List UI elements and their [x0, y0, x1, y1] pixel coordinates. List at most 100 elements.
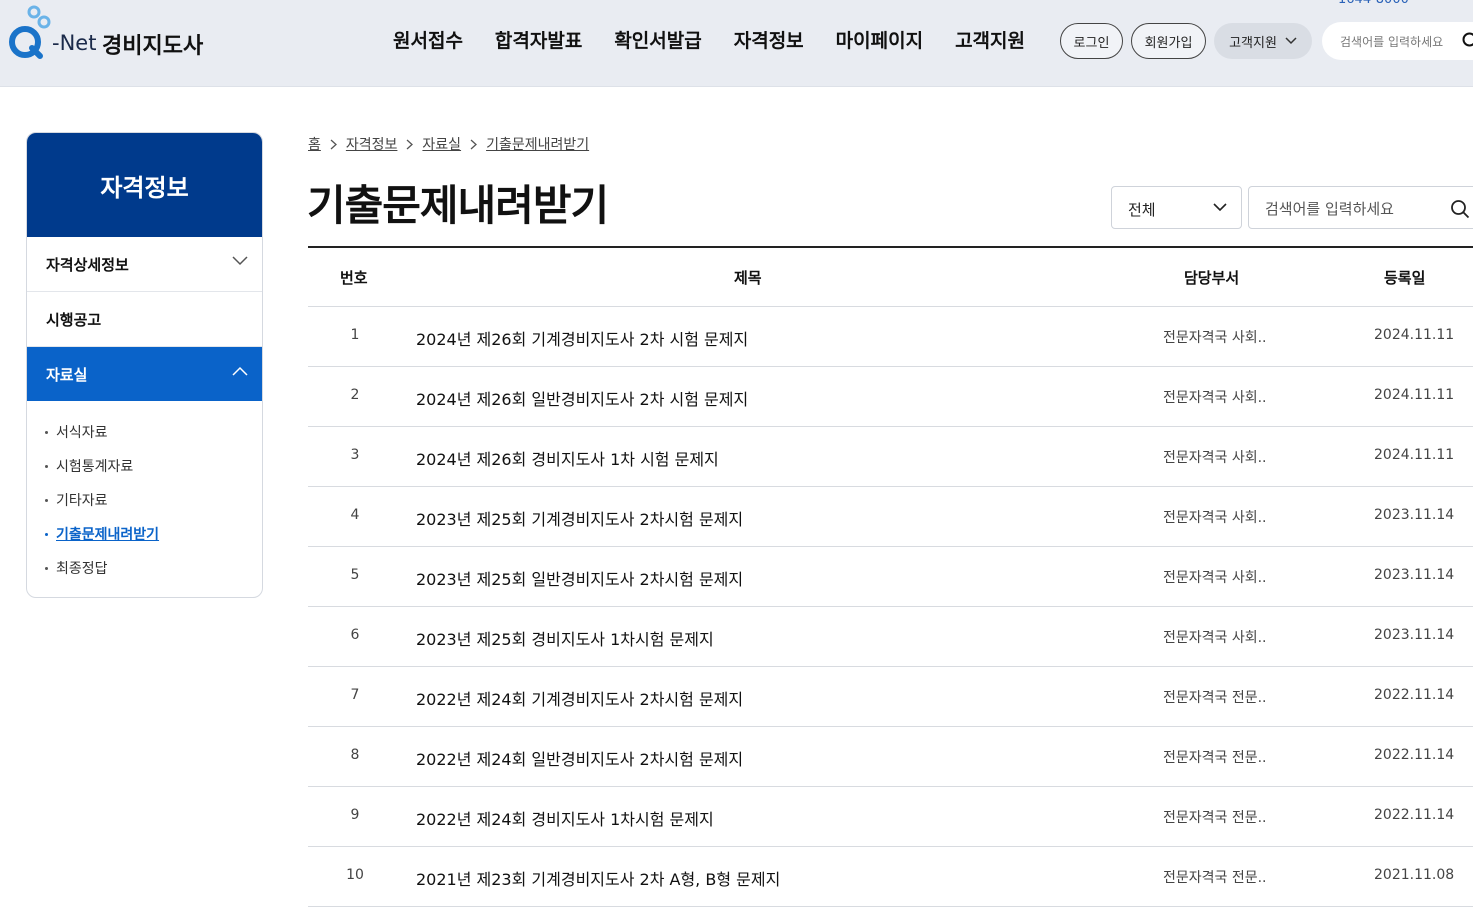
nav-results[interactable]: 합격자발표: [495, 26, 582, 53]
bullet-icon: [45, 430, 48, 434]
row-date: 2023.11.14: [1374, 507, 1455, 523]
table-row[interactable]: 5 2023년 제25회 일반경비지도사 2차시험 문제지 전문자격국 사회.. 20…: [308, 547, 1473, 607]
breadcrumb-current[interactable]: 기출문제내려받기: [486, 134, 589, 154]
bullet-icon: [45, 498, 48, 502]
row-number: 5: [350, 567, 360, 583]
table-row[interactable]: 2 2024년 제26회 일반경비지도사 2차 시험 문제지 전문자격국 사회.. 2…: [308, 367, 1473, 427]
row-title-link[interactable]: 2023년 제25회 일반경비지도사 2차시험 문제지: [416, 566, 743, 590]
top-phone-text: 1644-8000: [1338, 0, 1409, 7]
table-row[interactable]: 1 2024년 제26회 기계경비지도사 2차 시험 문제지 전문자격국 사회.. 2…: [308, 307, 1473, 367]
chevron-up-icon: [232, 366, 248, 376]
table-row[interactable]: 6 2023년 제25회 경비지도사 1차시험 문제지 전문자격국 사회.. 2023…: [308, 607, 1473, 667]
sidebar-sub-others[interactable]: 기타자료: [45, 483, 262, 517]
column-header-no: 번호: [340, 269, 368, 287]
category-select-value: 전체: [1128, 201, 1156, 219]
row-title-link[interactable]: 2022년 제24회 일반경비지도사 2차시험 문제지: [416, 746, 743, 770]
login-button[interactable]: 로그인: [1060, 23, 1123, 59]
row-number: 3: [350, 447, 360, 463]
header-search-input[interactable]: [1338, 30, 1462, 54]
row-title-link[interactable]: 2023년 제25회 기계경비지도사 2차시험 문제지: [416, 506, 743, 530]
sidebar-sub-past-exams[interactable]: 기출문제내려받기: [45, 517, 262, 551]
page-title: 기출문제내려받기: [307, 181, 609, 230]
table-row[interactable]: 7 2022년 제24회 기계경비지도사 2차시험 문제지 전문자격국 전문.. 20…: [308, 667, 1473, 727]
row-title-link[interactable]: 2021년 제23회 기계경비지도사 2차 A형, B형 문제지: [416, 866, 780, 890]
main-nav: 원서접수 합격자발표 확인서발급 자격정보 마이페이지 고객지원: [377, 26, 1041, 53]
nav-mypage[interactable]: 마이페이지: [836, 26, 923, 53]
sidebar-sub-forms[interactable]: 서식자료: [45, 415, 262, 449]
sidebar-sub-statistics[interactable]: 시험통계자료: [45, 449, 262, 483]
row-date: 2022.11.14: [1374, 687, 1455, 703]
row-title-link[interactable]: 2022년 제24회 기계경비지도사 2차시험 문제지: [416, 686, 743, 710]
row-date: 2022.11.14: [1374, 807, 1455, 823]
sidebar-item-library[interactable]: 자료실: [27, 347, 262, 401]
row-date: 2021.11.08: [1374, 867, 1455, 883]
row-department: 전문자격국 전문..: [1163, 870, 1267, 886]
row-department: 전문자격국 사회..: [1163, 450, 1267, 466]
breadcrumb: 홈 자격정보 자료실 기출문제내려받기: [308, 134, 589, 154]
breadcrumb-library[interactable]: 자료실: [422, 134, 461, 154]
row-date: 2024.11.11: [1374, 327, 1455, 343]
sidebar: 자격정보 자격상세정보 시행공고 자료실 서식자료 시험통계자료 기타자료 기출…: [26, 132, 263, 598]
row-number: 4: [350, 507, 360, 523]
row-department: 전문자격국 사회..: [1163, 510, 1267, 526]
row-title-link[interactable]: 2024년 제26회 일반경비지도사 2차 시험 문제지: [416, 386, 748, 410]
row-department: 전문자격국 사회..: [1163, 390, 1267, 406]
breadcrumb-home[interactable]: 홈: [308, 134, 321, 154]
search-icon[interactable]: [1450, 199, 1470, 219]
column-header-title: 제목: [734, 269, 762, 287]
row-department: 전문자격국 사회..: [1163, 330, 1267, 346]
nav-qualification-info[interactable]: 자격정보: [734, 26, 804, 53]
row-date: 2022.11.14: [1374, 747, 1455, 763]
row-title-link[interactable]: 2024년 제26회 기계경비지도사 2차 시험 문제지: [416, 326, 748, 350]
row-date: 2024.11.11: [1374, 387, 1455, 403]
row-number: 7: [350, 687, 360, 703]
sidebar-sub-final-answers[interactable]: 최종정답: [45, 551, 262, 585]
sidebar-item-label: 시행공고: [46, 310, 102, 329]
sidebar-sub-label: 서식자료: [56, 425, 108, 441]
site-header: -Net 경비지도사 원서접수 합격자발표 확인서발급 자격정보 마이페이지 고…: [0, 0, 1473, 87]
chevron-right-icon: [470, 139, 478, 149]
table-row[interactable]: 4 2023년 제25회 기계경비지도사 2차시험 문제지 전문자격국 사회.. 20…: [308, 487, 1473, 547]
chevron-down-icon: [232, 256, 248, 266]
board-search: [1248, 186, 1473, 229]
row-number: 1: [350, 327, 360, 343]
row-title-link[interactable]: 2022년 제24회 경비지도사 1차시험 문제지: [416, 806, 714, 830]
column-header-date: 등록일: [1384, 269, 1426, 287]
sidebar-item-label: 자격상세정보: [46, 255, 129, 274]
table-row[interactable]: 9 2022년 제24회 경비지도사 1차시험 문제지 전문자격국 전문.. 2022…: [308, 787, 1473, 847]
nav-customer-support[interactable]: 고객지원: [955, 26, 1025, 53]
sidebar-item-detail-info[interactable]: 자격상세정보: [27, 237, 262, 292]
bullet-icon: [45, 464, 48, 468]
breadcrumb-qualification-info[interactable]: 자격정보: [346, 134, 398, 154]
table-row[interactable]: 10 2021년 제23회 기계경비지도사 2차 A형, B형 문제지 전문자격국 …: [308, 847, 1473, 907]
logo-text: -Net: [52, 31, 97, 55]
nav-certificates[interactable]: 확인서발급: [614, 26, 701, 53]
site-name: 경비지도사: [102, 34, 204, 59]
customer-support-dropdown[interactable]: 고객지원: [1214, 23, 1312, 59]
sidebar-sub-label: 기타자료: [56, 493, 108, 509]
nav-apply[interactable]: 원서접수: [393, 26, 463, 53]
row-title-link[interactable]: 2024년 제26회 경비지도사 1차 시험 문제지: [416, 446, 719, 470]
row-department: 전문자격국 사회..: [1163, 630, 1267, 646]
row-department: 전문자격국 전문..: [1163, 750, 1267, 766]
row-department: 전문자격국 사회..: [1163, 570, 1267, 586]
row-department: 전문자격국 전문..: [1163, 690, 1267, 706]
sidebar-item-label: 자료실: [46, 365, 88, 384]
chevron-right-icon: [406, 139, 414, 149]
chevron-down-icon: [1213, 203, 1227, 212]
join-button[interactable]: 회원가입: [1131, 23, 1206, 59]
row-title-link[interactable]: 2023년 제25회 경비지도사 1차시험 문제지: [416, 626, 714, 650]
table-row[interactable]: 8 2022년 제24회 일반경비지도사 2차시험 문제지 전문자격국 전문.. 20…: [308, 727, 1473, 787]
category-select[interactable]: 전체: [1111, 186, 1242, 229]
search-icon[interactable]: [1462, 32, 1473, 50]
chevron-right-icon: [330, 139, 337, 149]
sidebar-item-announcement[interactable]: 시행공고: [27, 292, 262, 347]
sidebar-sub-label: 시험통계자료: [56, 459, 134, 475]
board-search-input[interactable]: [1263, 197, 1447, 221]
row-department: 전문자격국 전문..: [1163, 810, 1267, 826]
exam-file-table: 번호 제목 담당부서 등록일 1 2024년 제26회 기계경비지도사 2차 시험…: [308, 246, 1473, 907]
row-number: 8: [350, 747, 360, 763]
bullet-icon: [45, 566, 48, 570]
sidebar-submenu: 서식자료 시험통계자료 기타자료 기출문제내려받기 최종정답: [27, 401, 262, 585]
table-row[interactable]: 3 2024년 제26회 경비지도사 1차 시험 문제지 전문자격국 사회.. 202…: [308, 427, 1473, 487]
